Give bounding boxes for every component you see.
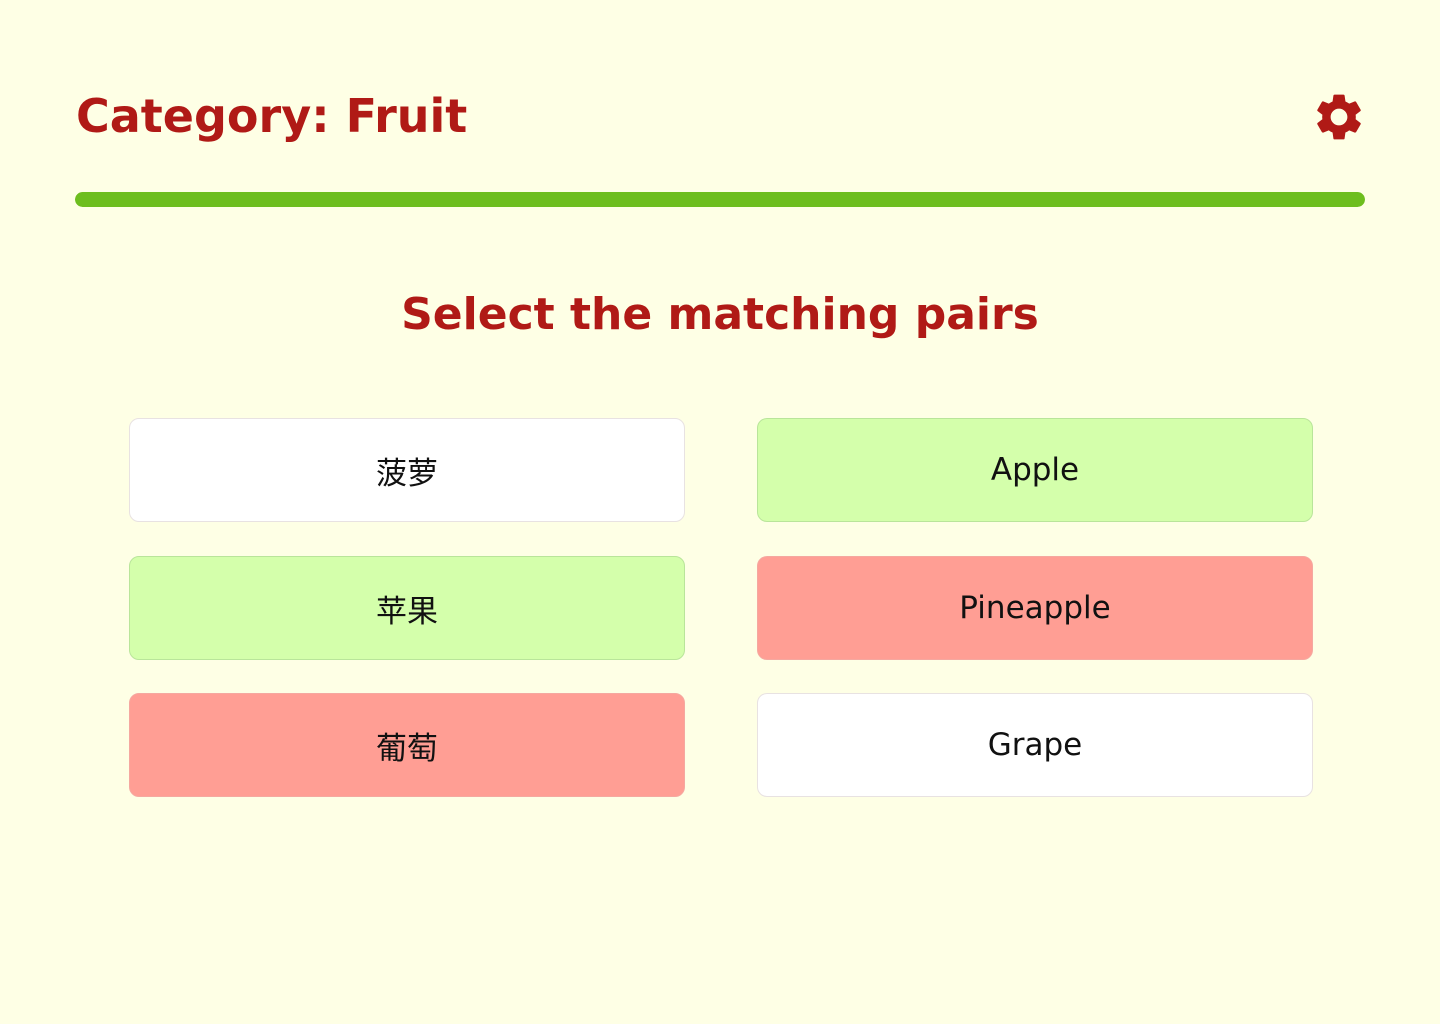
progress-bar	[75, 192, 1365, 207]
left-tile-2[interactable]: 苹果	[129, 556, 685, 660]
gear-icon	[1317, 94, 1361, 140]
left-tile-1[interactable]: 菠萝	[129, 418, 685, 522]
right-tile-3[interactable]: Grape	[757, 693, 1313, 797]
instruction-heading: Select the matching pairs	[401, 289, 1039, 340]
settings-button[interactable]	[1308, 86, 1370, 148]
right-tile-2[interactable]: Pineapple	[757, 556, 1313, 660]
category-title: Category: Fruit	[76, 89, 468, 143]
right-tile-1[interactable]: Apple	[757, 418, 1313, 522]
left-tile-3[interactable]: 葡萄	[129, 693, 685, 797]
progress-bar-fill	[75, 192, 1365, 207]
